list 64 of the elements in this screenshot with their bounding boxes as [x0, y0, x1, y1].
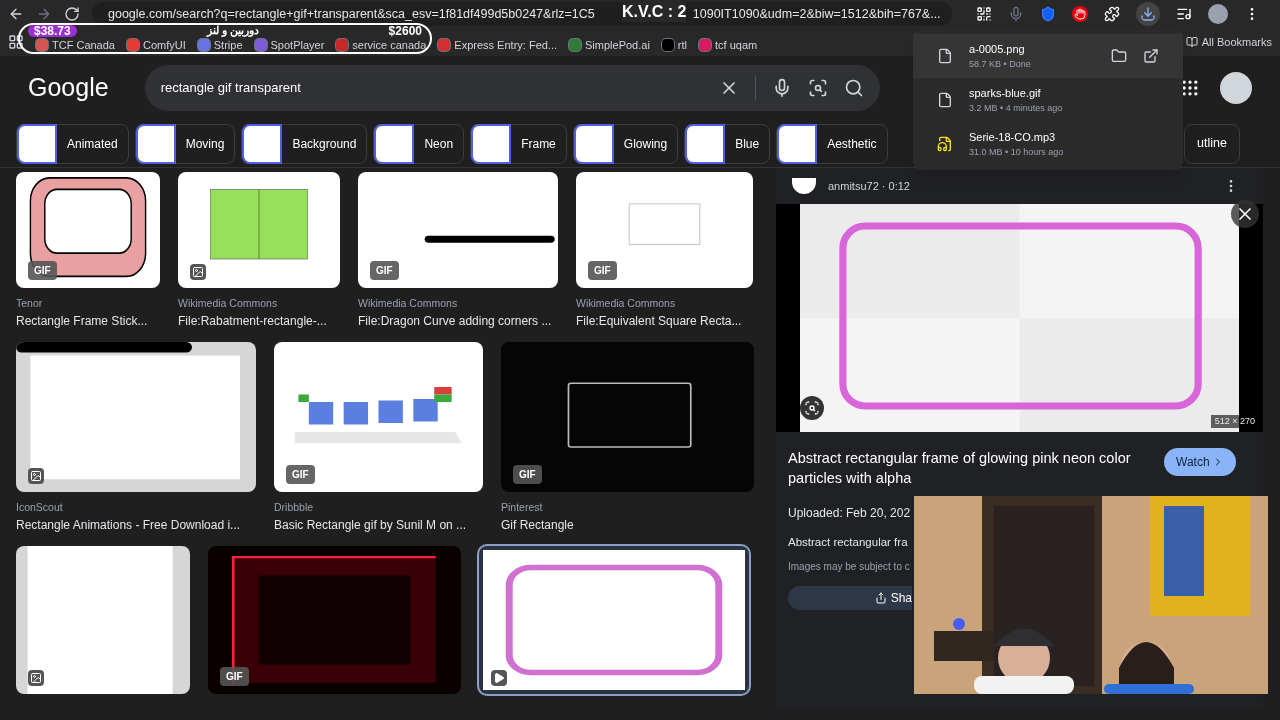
filter-chip[interactable]: Moving	[134, 123, 236, 164]
author-time: anmitsu72 · 0:12	[828, 178, 910, 194]
result-title[interactable]: Rectangle Animations - Free Download i...	[16, 515, 256, 534]
gif-label: GIF	[513, 464, 542, 484]
file-name: sparks-blue.gif	[969, 86, 1042, 101]
filter-chip[interactable]: Blue	[684, 123, 771, 164]
result-source: IconScout	[16, 499, 64, 515]
file-meta: 31.0 MB • 10 hours ago	[969, 145, 1064, 159]
gif-label: GIF	[28, 261, 57, 280]
result-source: Dribbble	[274, 499, 315, 515]
filter-chip[interactable]: Aesthetic	[776, 123, 888, 164]
filter-chip[interactable]: Animated	[16, 123, 129, 164]
bookmark-link[interactable]: SpotPlayer	[254, 39, 325, 51]
bookmark-link[interactable]: TCF Canada	[36, 39, 115, 51]
share-button[interactable]: Sha	[788, 586, 912, 611]
gif-label: GIF	[370, 261, 399, 280]
right-amount: $2600	[388, 25, 422, 37]
bookmark-link[interactable]: rtl	[661, 39, 688, 51]
overlay-title: دوربین و لنز	[206, 25, 259, 36]
download-item[interactable]: sparks-blue.gif 3.2 MB • 4 minutes ago	[913, 78, 1183, 122]
gif-label: GIF	[286, 464, 315, 484]
result-title[interactable]: Basic Rectangle gif by Sunil M on ...	[274, 515, 483, 534]
filter-chip[interactable]: Glowing	[572, 123, 679, 164]
search-field[interactable]: rectangle gif transparent	[144, 65, 880, 111]
url-text: google.com/search?q=rectangle+gif+transparent&sca_esv=1f81df499d5b0247&rlz=1C5	[108, 5, 595, 23]
result-title[interactable]: Rectangle Frame Stick...	[16, 311, 160, 330]
gif-label: GIF	[220, 666, 249, 686]
google-logo[interactable]: Google	[28, 69, 109, 107]
result-title[interactable]: File:Dragon Curve adding corners ...	[358, 311, 558, 330]
file-meta: 3.2 MB • 4 minutes ago	[969, 101, 1063, 115]
filter-chip[interactable]: Background	[241, 123, 368, 164]
bookmark-link[interactable]: service canada	[336, 39, 427, 51]
url-text: 1090IT1090&udm=2&biw=1512&bih=767&...	[692, 5, 941, 23]
bookmark-link[interactable]: SimplePod.ai	[569, 39, 650, 51]
bookmark-link[interactable]: ComfyUI	[127, 39, 186, 51]
result-source: Wikimedia Commons	[576, 296, 677, 311]
result-title[interactable]: File:Equivalent Square Recta...	[576, 311, 753, 330]
filter-chip[interactable]: Frame	[470, 123, 567, 164]
download-item[interactable]: Serie-18-CO.mp3 31.0 MB • 10 hours ago	[913, 122, 1183, 166]
left-amount: $38.73	[28, 25, 77, 37]
bookmark-link[interactable]: Stripe	[197, 39, 243, 51]
bookmark-link[interactable]: tcf uqam	[699, 39, 758, 51]
copyright-notice: Images may be subject to c	[787, 560, 911, 575]
filter-chip[interactable]: utline	[1184, 123, 1240, 164]
result-source: Tenor	[16, 296, 44, 311]
result-heading: Abstract rectangular frame of glowing pink neon color particles with alpha	[788, 449, 1132, 488]
overlay-caption: K.V.C : 2	[622, 2, 687, 22]
image-description: Abstract rectangular fra	[787, 535, 909, 550]
gif-label: GIF	[588, 261, 617, 280]
watch-button[interactable]: Watch	[1164, 448, 1236, 476]
all-bookmarks-link[interactable]: All Bookmarks	[1185, 33, 1272, 51]
download-item[interactable]: a-0005.png 58.7 KB • Done	[913, 34, 1183, 78]
result-title[interactable]: Gif Rectangle	[501, 515, 754, 534]
file-name: a-0005.png	[969, 42, 1026, 57]
result-source: Wikimedia Commons	[358, 296, 459, 311]
filter-chip[interactable]: Neon	[373, 123, 465, 164]
bookmark-link[interactable]: Express Entry: Fed...	[438, 39, 558, 51]
upload-date: Uploaded: Feb 20, 202	[787, 505, 912, 522]
search-input[interactable]: rectangle gif transparent	[160, 78, 703, 98]
result-source: Wikimedia Commons	[178, 296, 279, 311]
file-meta: 58.7 KB • Done	[969, 57, 1031, 71]
result-source: Pinterest	[501, 499, 544, 515]
result-title[interactable]: File:Rabatment-rectangle-...	[178, 311, 340, 330]
file-name: Serie-18-CO.mp3	[969, 130, 1057, 145]
